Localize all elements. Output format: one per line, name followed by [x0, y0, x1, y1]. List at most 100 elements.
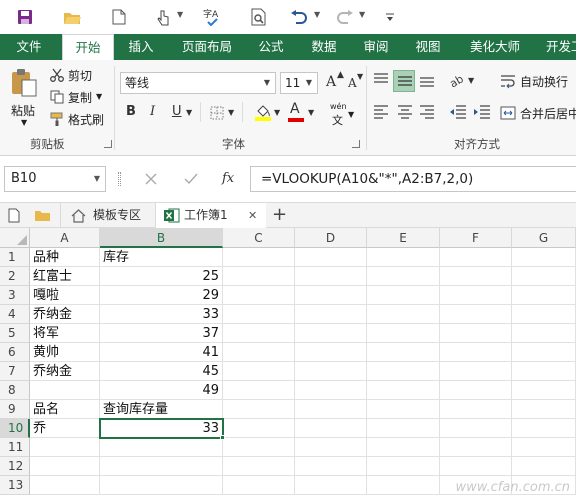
underline-dropdown-icon[interactable]: ▼ [186, 108, 192, 117]
add-tab-button[interactable]: + [272, 203, 287, 228]
formula-input[interactable]: =VLOOKUP(A10&"*",A2:B7,2,0) [250, 166, 576, 192]
tab-insert[interactable]: 插入 [118, 34, 164, 60]
grow-font-button[interactable]: A [326, 74, 336, 90]
cell-e9[interactable] [367, 400, 440, 419]
resize-handle[interactable] [118, 172, 121, 186]
cell-g11[interactable] [512, 438, 576, 457]
cell-e2[interactable] [367, 267, 440, 286]
cell-g12[interactable] [512, 457, 576, 476]
redo-dropdown-icon[interactable]: ▼ [359, 10, 365, 19]
cell-a3[interactable]: 嘎啦 [30, 286, 100, 305]
merge-center-button[interactable]: 合并后居中 [496, 102, 576, 124]
cell-c11[interactable] [223, 438, 295, 457]
clipboard-launcher-icon[interactable] [104, 140, 112, 148]
cell-d5[interactable] [295, 324, 367, 343]
cell-g6[interactable] [512, 343, 576, 362]
cell-a6[interactable]: 黄帅 [30, 343, 100, 362]
cell-f2[interactable] [440, 267, 512, 286]
cell-f12[interactable] [440, 457, 512, 476]
italic-button[interactable]: I [150, 104, 155, 119]
insert-function-button[interactable]: fx [222, 171, 234, 186]
tab-view[interactable]: 视图 [406, 34, 450, 60]
cell-c10[interactable] [223, 419, 295, 438]
cell-c6[interactable] [223, 343, 295, 362]
orientation-dropdown-icon[interactable]: ▼ [468, 76, 474, 85]
cell-f6[interactable] [440, 343, 512, 362]
align-right-icon[interactable] [418, 104, 436, 120]
column-header-a[interactable]: A [30, 228, 100, 248]
cell-e3[interactable] [367, 286, 440, 305]
cell-e11[interactable] [367, 438, 440, 457]
cell-f9[interactable] [440, 400, 512, 419]
cell-b1[interactable]: 库存 [100, 248, 223, 267]
cell-d4[interactable] [295, 305, 367, 324]
cell-c13[interactable] [223, 476, 295, 495]
align-bottom-icon[interactable] [418, 72, 436, 88]
tab-home[interactable]: 开始 [62, 34, 114, 60]
cell-d11[interactable] [295, 438, 367, 457]
cell-c3[interactable] [223, 286, 295, 305]
cell-g3[interactable] [512, 286, 576, 305]
cell-a11[interactable] [30, 438, 100, 457]
cell-e12[interactable] [367, 457, 440, 476]
tab-formulas[interactable]: 公式 [250, 34, 292, 60]
cut-button[interactable]: 剪切 [48, 66, 120, 86]
row-header-10[interactable]: 10 [0, 419, 30, 438]
cell-b6[interactable]: 41 [100, 343, 223, 362]
paste-button[interactable]: 粘贴 ▼ [6, 66, 44, 128]
cell-d13[interactable] [295, 476, 367, 495]
tab-developer[interactable]: 开发工 [538, 34, 576, 60]
cell-a13[interactable] [30, 476, 100, 495]
cell-a8[interactable] [30, 381, 100, 400]
cell-f3[interactable] [440, 286, 512, 305]
chevron-down-icon[interactable]: ▼ [94, 167, 100, 191]
cell-a10[interactable]: 乔 [30, 419, 100, 438]
cell-g9[interactable] [512, 400, 576, 419]
cell-f1[interactable] [440, 248, 512, 267]
save-icon[interactable] [14, 7, 36, 27]
open-folder-icon[interactable] [60, 7, 84, 27]
folder-icon[interactable] [34, 209, 51, 222]
font-name-select[interactable]: 等线 ▼ [120, 72, 276, 94]
cell-b3[interactable]: 29 [100, 286, 223, 305]
undo-icon[interactable] [288, 7, 310, 27]
cell-d12[interactable] [295, 457, 367, 476]
row-header-6[interactable]: 6 [0, 343, 30, 362]
row-header-11[interactable]: 11 [0, 438, 30, 457]
font-launcher-icon[interactable] [352, 140, 360, 148]
cell-e5[interactable] [367, 324, 440, 343]
row-header-2[interactable]: 2 [0, 267, 30, 286]
decrease-indent-icon[interactable] [448, 104, 468, 120]
cell-d7[interactable] [295, 362, 367, 381]
tab-data[interactable]: 数据 [302, 34, 346, 60]
cell-d1[interactable] [295, 248, 367, 267]
cell-c2[interactable] [223, 267, 295, 286]
column-header-f[interactable]: F [440, 228, 512, 248]
new-file-icon[interactable] [108, 7, 130, 27]
cell-g1[interactable] [512, 248, 576, 267]
shrink-font-button[interactable]: A [348, 76, 357, 90]
row-header-7[interactable]: 7 [0, 362, 30, 381]
fill-handle[interactable] [220, 435, 225, 440]
cell-b2[interactable]: 25 [100, 267, 223, 286]
cell-e10[interactable] [367, 419, 440, 438]
cell-g2[interactable] [512, 267, 576, 286]
row-header-5[interactable]: 5 [0, 324, 30, 343]
cell-b8[interactable]: 49 [100, 381, 223, 400]
cell-f8[interactable] [440, 381, 512, 400]
cell-f4[interactable] [440, 305, 512, 324]
cell-g8[interactable] [512, 381, 576, 400]
enter-check-icon[interactable] [180, 168, 202, 190]
cell-c5[interactable] [223, 324, 295, 343]
cell-g4[interactable] [512, 305, 576, 324]
column-header-b[interactable]: B [100, 228, 223, 248]
row-header-13[interactable]: 13 [0, 476, 30, 495]
column-header-c[interactable]: C [223, 228, 295, 248]
fill-color-icon[interactable] [254, 103, 272, 121]
increase-indent-icon[interactable] [472, 104, 492, 120]
cell-a1[interactable]: 品种 [30, 248, 100, 267]
cell-d2[interactable] [295, 267, 367, 286]
borders-dropdown-icon[interactable]: ▼ [228, 108, 234, 117]
cell-d6[interactable] [295, 343, 367, 362]
cell-a2[interactable]: 红富士 [30, 267, 100, 286]
